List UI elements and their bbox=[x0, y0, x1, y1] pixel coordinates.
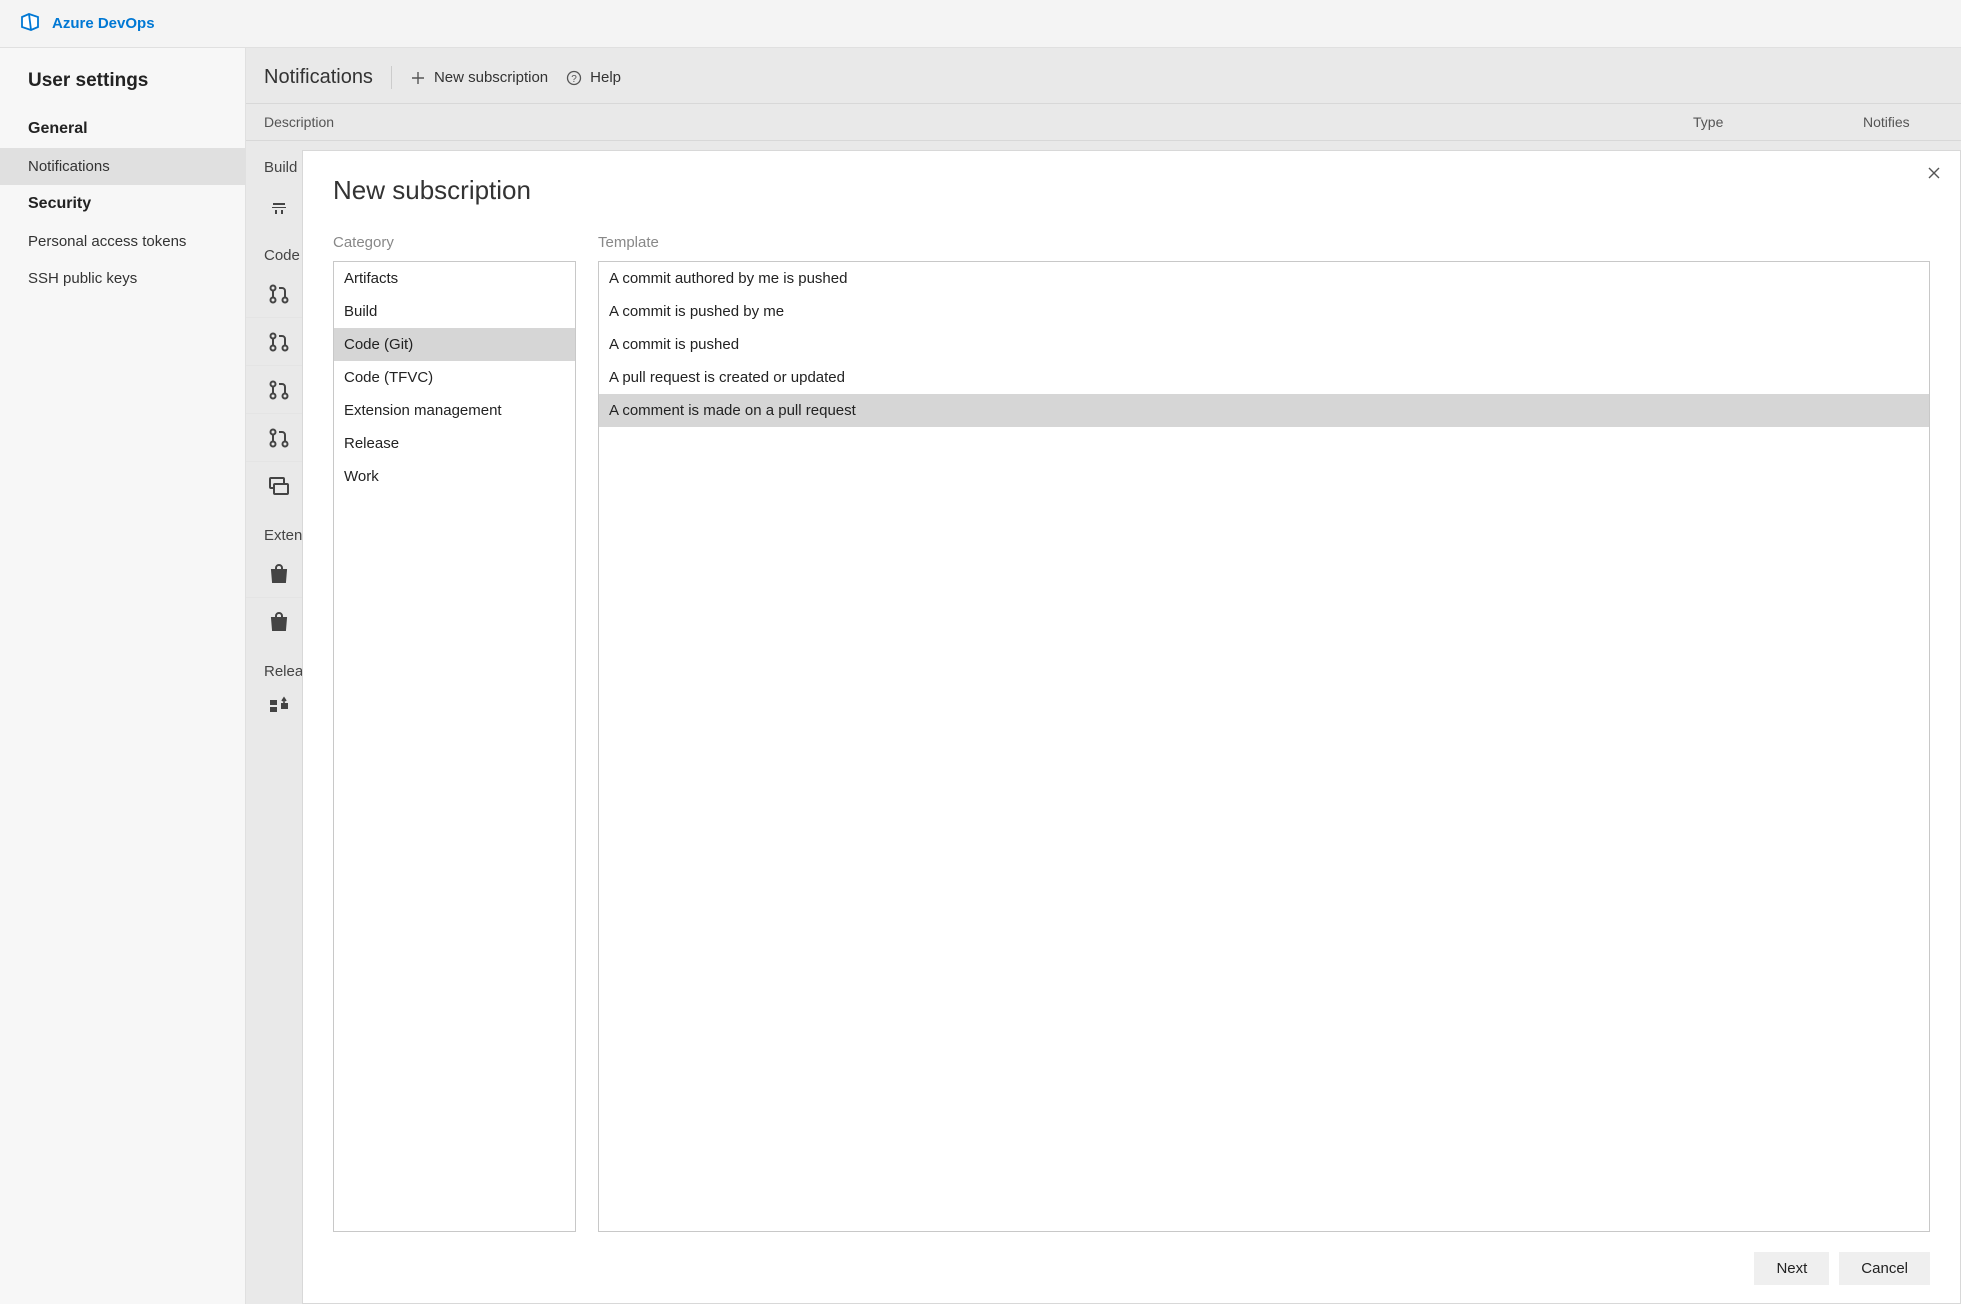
product-name[interactable]: Azure DevOps bbox=[52, 15, 155, 32]
sidebar: User settings GeneralNotificationsSecuri… bbox=[0, 48, 246, 1304]
help-icon: ? bbox=[566, 70, 582, 86]
dialog-footer: Next Cancel bbox=[333, 1232, 1930, 1285]
template-item[interactable]: A commit is pushed by me bbox=[599, 295, 1929, 328]
column-notifies: Notifies bbox=[1863, 114, 1943, 130]
dialog-title: New subscription bbox=[333, 175, 1930, 206]
category-item[interactable]: Work bbox=[334, 460, 575, 493]
column-type: Type bbox=[1693, 114, 1863, 130]
help-button[interactable]: ? Help bbox=[566, 69, 621, 86]
template-item[interactable]: A commit authored by me is pushed bbox=[599, 262, 1929, 295]
top-header: Azure DevOps bbox=[0, 0, 1961, 48]
bag-icon bbox=[264, 610, 294, 634]
new-subscription-dialog: New subscription Category ArtifactsBuild… bbox=[302, 150, 1961, 1304]
pullrequest-icon bbox=[264, 426, 294, 450]
build-icon bbox=[264, 194, 294, 218]
pullrequest-icon bbox=[264, 330, 294, 354]
category-item[interactable]: Code (TFVC) bbox=[334, 361, 575, 394]
svg-text:?: ? bbox=[571, 74, 577, 85]
main-content: Notifications New subscription ? Help De… bbox=[246, 48, 1961, 1304]
category-item[interactable]: Release bbox=[334, 427, 575, 460]
category-item[interactable]: Code (Git) bbox=[334, 328, 575, 361]
category-item[interactable]: Extension management bbox=[334, 394, 575, 427]
plus-icon bbox=[410, 70, 426, 86]
template-item[interactable]: A commit is pushed bbox=[599, 328, 1929, 361]
new-subscription-button[interactable]: New subscription bbox=[410, 69, 548, 86]
main-header: Notifications New subscription ? Help bbox=[246, 48, 1961, 103]
comment-icon bbox=[264, 474, 294, 498]
sidebar-item[interactable]: Notifications bbox=[0, 148, 245, 185]
sidebar-section-label: General bbox=[0, 110, 245, 148]
close-button[interactable] bbox=[1926, 165, 1942, 184]
release-icon bbox=[264, 694, 294, 718]
column-description: Description bbox=[264, 114, 1693, 130]
sidebar-item[interactable]: Personal access tokens bbox=[0, 223, 245, 260]
help-label: Help bbox=[590, 69, 621, 86]
category-label: Category bbox=[333, 234, 576, 251]
bag-icon bbox=[264, 562, 294, 586]
close-icon bbox=[1926, 165, 1942, 181]
category-item[interactable]: Build bbox=[334, 295, 575, 328]
sidebar-title: User settings bbox=[0, 70, 245, 110]
pullrequest-icon bbox=[264, 282, 294, 306]
new-subscription-label: New subscription bbox=[434, 69, 548, 86]
category-item[interactable]: Artifacts bbox=[334, 262, 575, 295]
table-header: Description Type Notifies bbox=[246, 103, 1961, 141]
template-listbox[interactable]: A commit authored by me is pushedA commi… bbox=[598, 261, 1930, 1232]
page-title: Notifications bbox=[264, 66, 392, 89]
template-item[interactable]: A comment is made on a pull request bbox=[599, 394, 1929, 427]
template-item[interactable]: A pull request is created or updated bbox=[599, 361, 1929, 394]
cancel-button[interactable]: Cancel bbox=[1839, 1252, 1930, 1285]
sidebar-item[interactable]: SSH public keys bbox=[0, 260, 245, 297]
pullrequest-icon bbox=[264, 378, 294, 402]
sidebar-section-label: Security bbox=[0, 185, 245, 223]
azure-devops-logo-icon bbox=[18, 10, 42, 37]
category-listbox[interactable]: ArtifactsBuildCode (Git)Code (TFVC)Exten… bbox=[333, 261, 576, 1232]
next-button[interactable]: Next bbox=[1754, 1252, 1829, 1285]
template-label: Template bbox=[598, 234, 1930, 251]
